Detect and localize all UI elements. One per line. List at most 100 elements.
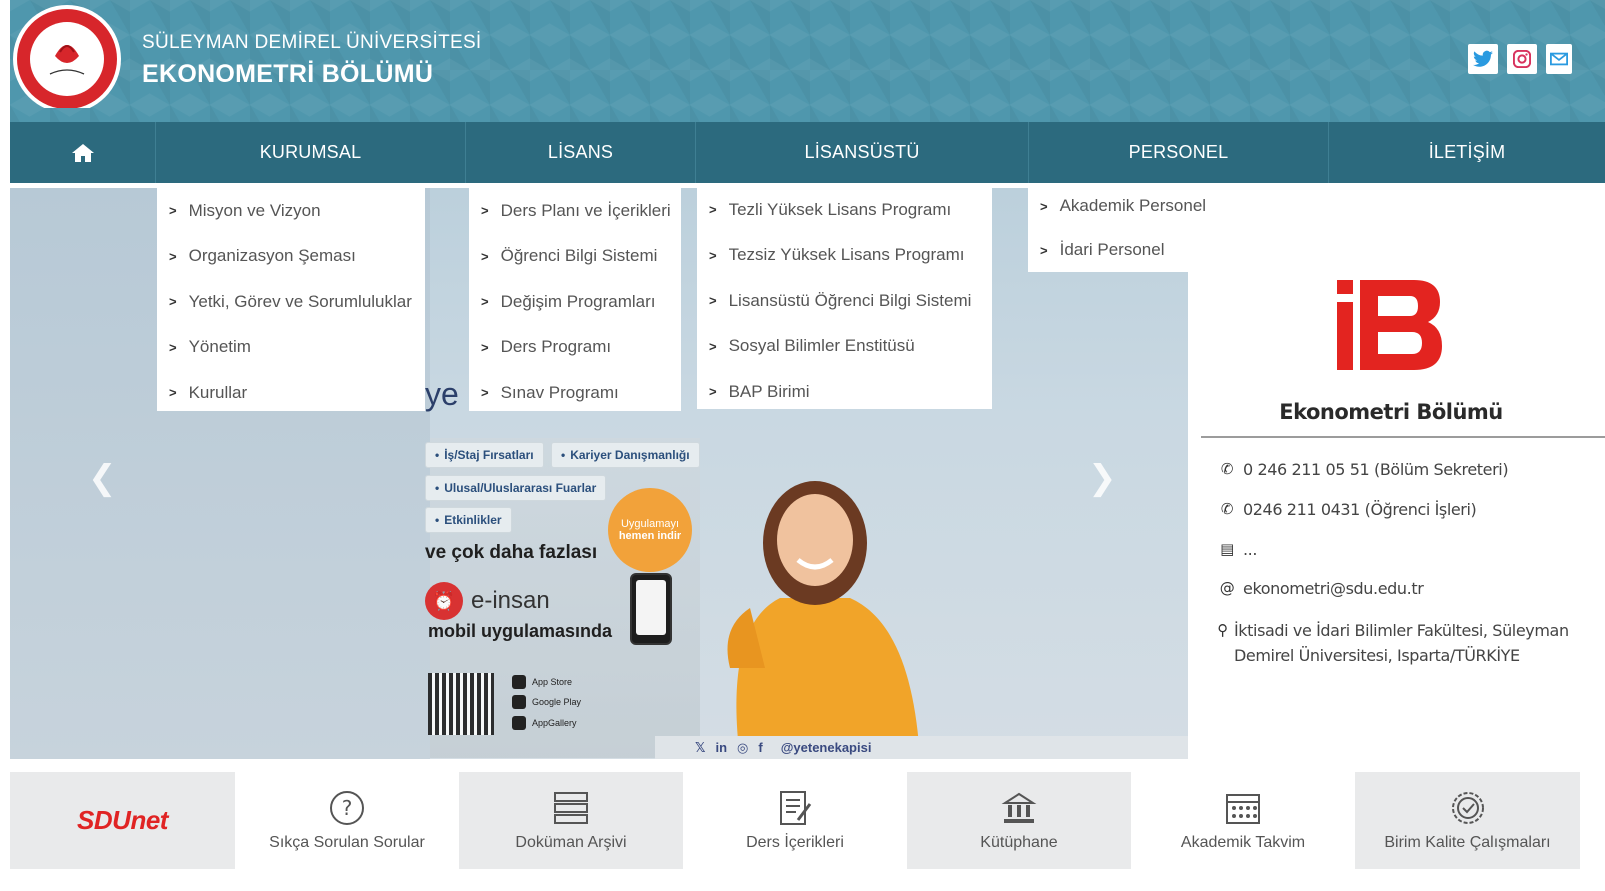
menu-tezli[interactable]: > Tezli Yüksek Lisans Programı (697, 187, 992, 233)
chevron-right-icon: > (709, 202, 717, 218)
contact-card: Ekonometri Bölümü ✆ 0 246 211 05 51 (Bölü… (1201, 200, 1605, 746)
store-googleplay: Google Play (512, 695, 581, 709)
quick-ders-icerikleri[interactable]: Ders İçerikleri (683, 772, 907, 869)
menu-organizasyon[interactable]: > Organizasyon Şeması (157, 234, 425, 280)
menu-bap[interactable]: > BAP Birimi (697, 369, 992, 415)
archive-icon (553, 790, 589, 826)
quick-dokuman-label: Doküman Arşivi (515, 833, 627, 851)
library-icon (1001, 790, 1037, 826)
chevron-right-icon: > (1040, 242, 1048, 258)
menu-kurullar[interactable]: > Kurullar (157, 370, 425, 416)
fax-icon: ▤ (1220, 540, 1234, 558)
nav-personel[interactable]: PERSONEL (1029, 122, 1329, 183)
chevron-right-icon: > (1040, 198, 1048, 214)
twitter-icon[interactable] (1468, 44, 1498, 74)
appgallery-icon (512, 716, 526, 730)
promo-more: ve çok daha fazlası (425, 542, 598, 563)
play-icon (512, 695, 526, 709)
chip-staj: İş/Staj Fırsatları (425, 442, 544, 468)
nav-home[interactable] (10, 122, 156, 183)
sdunet-logo: SDUnet (77, 805, 168, 835)
instagram-icon[interactable] (1507, 44, 1537, 74)
menu-sbe[interactable]: > Sosyal Bilimler Enstitüsü (697, 324, 992, 370)
calendar-icon (1225, 790, 1261, 826)
info-phone1[interactable]: ✆ 0 246 211 05 51 (Bölüm Sekreteri) (1217, 460, 1509, 479)
chevron-right-icon: > (709, 338, 717, 354)
quick-dokuman[interactable]: Doküman Arşivi (459, 772, 683, 869)
quick-takvim[interactable]: Akademik Takvim (1131, 772, 1355, 869)
menu-ders-programi[interactable]: > Ders Programı (469, 325, 681, 371)
linkedin-icon: in (715, 740, 728, 755)
info-title: Ekonometri Bölümü (1279, 400, 1503, 424)
promo-app-line: mobil uygulamasında (428, 621, 613, 641)
document-edit-icon (778, 790, 812, 826)
quick-sss[interactable]: ? Sıkça Sorulan Sorular (235, 772, 459, 869)
menu-lisansustu-obs[interactable]: > Lisansüstü Öğrenci Bilgi Sistemi (697, 278, 992, 324)
menu-misyon[interactable]: > Misyon ve Vizyon (157, 188, 425, 234)
info-email[interactable]: @ ekonometri@sdu.edu.tr (1217, 579, 1424, 598)
quick-kutuphane-label: Kütüphane (980, 833, 1058, 851)
nav-lisansustu[interactable]: LİSANSÜSTÜ (696, 122, 1029, 183)
menu-tezsiz[interactable]: > Tezsiz Yüksek Lisans Programı (697, 233, 992, 279)
nav-kurumsal[interactable]: KURUMSAL (156, 122, 466, 183)
chevron-right-icon: > (481, 385, 489, 401)
facebook-icon: f (758, 740, 763, 755)
info-divider (1201, 436, 1605, 438)
dropdown-kurumsal: > Misyon ve Vizyon > Organizasyon Şeması >… (157, 188, 425, 411)
info-address: ⚲ İktisadi ve İdari Bilimler Fakültesi, S… (1217, 618, 1577, 668)
quick-ders-label: Ders İçerikleri (746, 833, 844, 851)
svg-text:?: ? (342, 796, 353, 820)
university-name: SÜLEYMAN DEMİREL ÜNİVERSİTESİ (142, 32, 482, 53)
ib-logo (1337, 280, 1442, 370)
quick-sdunet[interactable]: SDUnet (10, 772, 235, 869)
quick-kutuphane[interactable]: Kütüphane (907, 772, 1131, 869)
dropdown-lisans: > Ders Planı ve İçerikleri > Öğrenci Bilgi… (469, 188, 681, 411)
slider-prev-icon[interactable]: ❮ (88, 458, 117, 498)
dropdown-personel: > Akademik Personel > İdari Personel (1028, 184, 1214, 272)
nav-iletisim[interactable]: İLETİŞİM (1329, 122, 1605, 183)
chevron-right-icon: > (709, 247, 717, 263)
page: SÜLEYMAN DEMİREL ÜNİVERSİTESİ EKONOMETRİ… (0, 0, 1605, 891)
chevron-right-icon: > (709, 384, 717, 400)
menu-idari-personel[interactable]: > İdari Personel (1028, 228, 1214, 272)
menu-ders-plani[interactable]: > Ders Planı ve İçerikleri (469, 188, 681, 234)
menu-degisim[interactable]: > Değişim Programları (469, 279, 681, 325)
chevron-right-icon: > (169, 339, 177, 355)
instagram-small-icon: ◎ (737, 739, 749, 755)
menu-yetki[interactable]: > Yetki, Görev ve Sorumluluklar (157, 279, 425, 325)
main-nav: KURUMSAL LİSANS LİSANSÜSTÜ PERSONEL İLET… (10, 122, 1605, 183)
badge-bottom: hemen indir (618, 530, 682, 542)
chip-fuarlar: Ulusal/Uluslararası Fuarlar (425, 475, 607, 501)
location-icon: ⚲ (1217, 621, 1228, 639)
quick-kalite-label: Birim Kalite Çalışmaları (1384, 833, 1551, 851)
badge-top: Uygulamayı (620, 518, 680, 530)
slider-handle: @yetenekapisi (780, 740, 872, 755)
chevron-right-icon: > (481, 339, 489, 355)
mail-icon[interactable] (1546, 44, 1572, 74)
site-header: SÜLEYMAN DEMİREL ÜNİVERSİTESİ EKONOMETRİ… (10, 0, 1605, 122)
university-logo[interactable] (10, 4, 124, 113)
menu-sinav-programi[interactable]: > Sınav Programı (469, 370, 681, 416)
department-name: EKONOMETRİ BÖLÜMÜ (142, 60, 434, 88)
chevron-right-icon: > (481, 294, 489, 310)
slider-partial-text: ye (425, 376, 459, 412)
chevron-right-icon: > (169, 294, 177, 310)
chevron-right-icon: > (169, 248, 177, 264)
chip-etkinlikler: Etkinlikler (425, 507, 512, 533)
apple-icon (512, 675, 526, 689)
nav-lisans[interactable]: LİSANS (466, 122, 696, 183)
chevron-right-icon: > (481, 248, 489, 264)
home-icon (71, 143, 94, 162)
quick-sss-label: Sıkça Sorulan Sorular (269, 833, 425, 851)
download-badge: Uygulamayı hemen indir (608, 488, 692, 572)
menu-obs[interactable]: > Öğrenci Bilgi Sistemi (469, 234, 681, 280)
dropdown-lisansustu: > Tezli Yüksek Lisans Programı > Tezsiz Yü… (697, 187, 992, 409)
woman-image (727, 481, 920, 759)
quick-kalite[interactable]: Birim Kalite Çalışmaları (1355, 772, 1580, 869)
menu-akademik-personel[interactable]: > Akademik Personel (1028, 184, 1214, 228)
info-phone2[interactable]: ✆ 0246 211 0431 (Öğrenci İşleri) (1217, 500, 1477, 519)
chip-kariyer: Kariyer Danışmanlığı (551, 442, 700, 468)
slider-next-icon[interactable]: ❯ (1088, 458, 1117, 498)
menu-yonetim[interactable]: > Yönetim (157, 325, 425, 371)
phone-icon: ✆ (1220, 500, 1234, 518)
